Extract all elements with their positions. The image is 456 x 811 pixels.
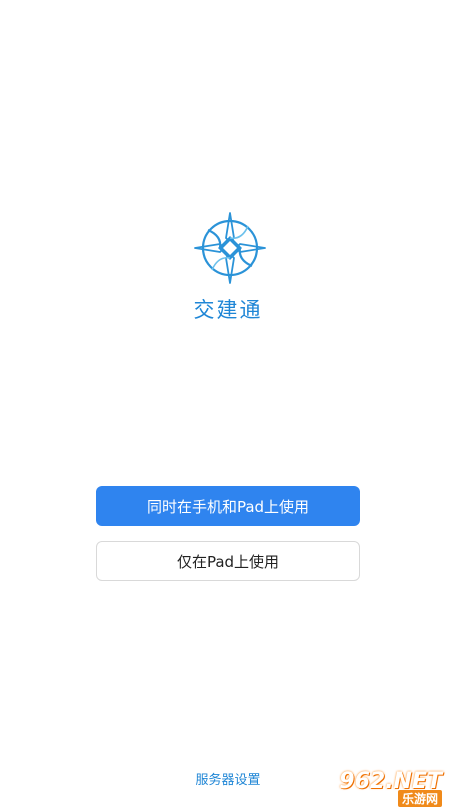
app-name: 交建通 bbox=[193, 298, 263, 322]
use-on-phone-and-pad-button[interactable]: 同时在手机和Pad上使用 bbox=[96, 486, 360, 526]
welcome-screen: 交建通 同时在手机和Pad上使用 仅在Pad上使用 服务器设置 962.NET … bbox=[0, 0, 456, 811]
watermark-sub-text: 乐游网 bbox=[397, 790, 442, 807]
use-on-pad-only-button[interactable]: 仅在Pad上使用 bbox=[96, 541, 360, 581]
app-logo-icon bbox=[194, 212, 266, 284]
watermark: 962.NET 乐游网 bbox=[320, 769, 450, 807]
